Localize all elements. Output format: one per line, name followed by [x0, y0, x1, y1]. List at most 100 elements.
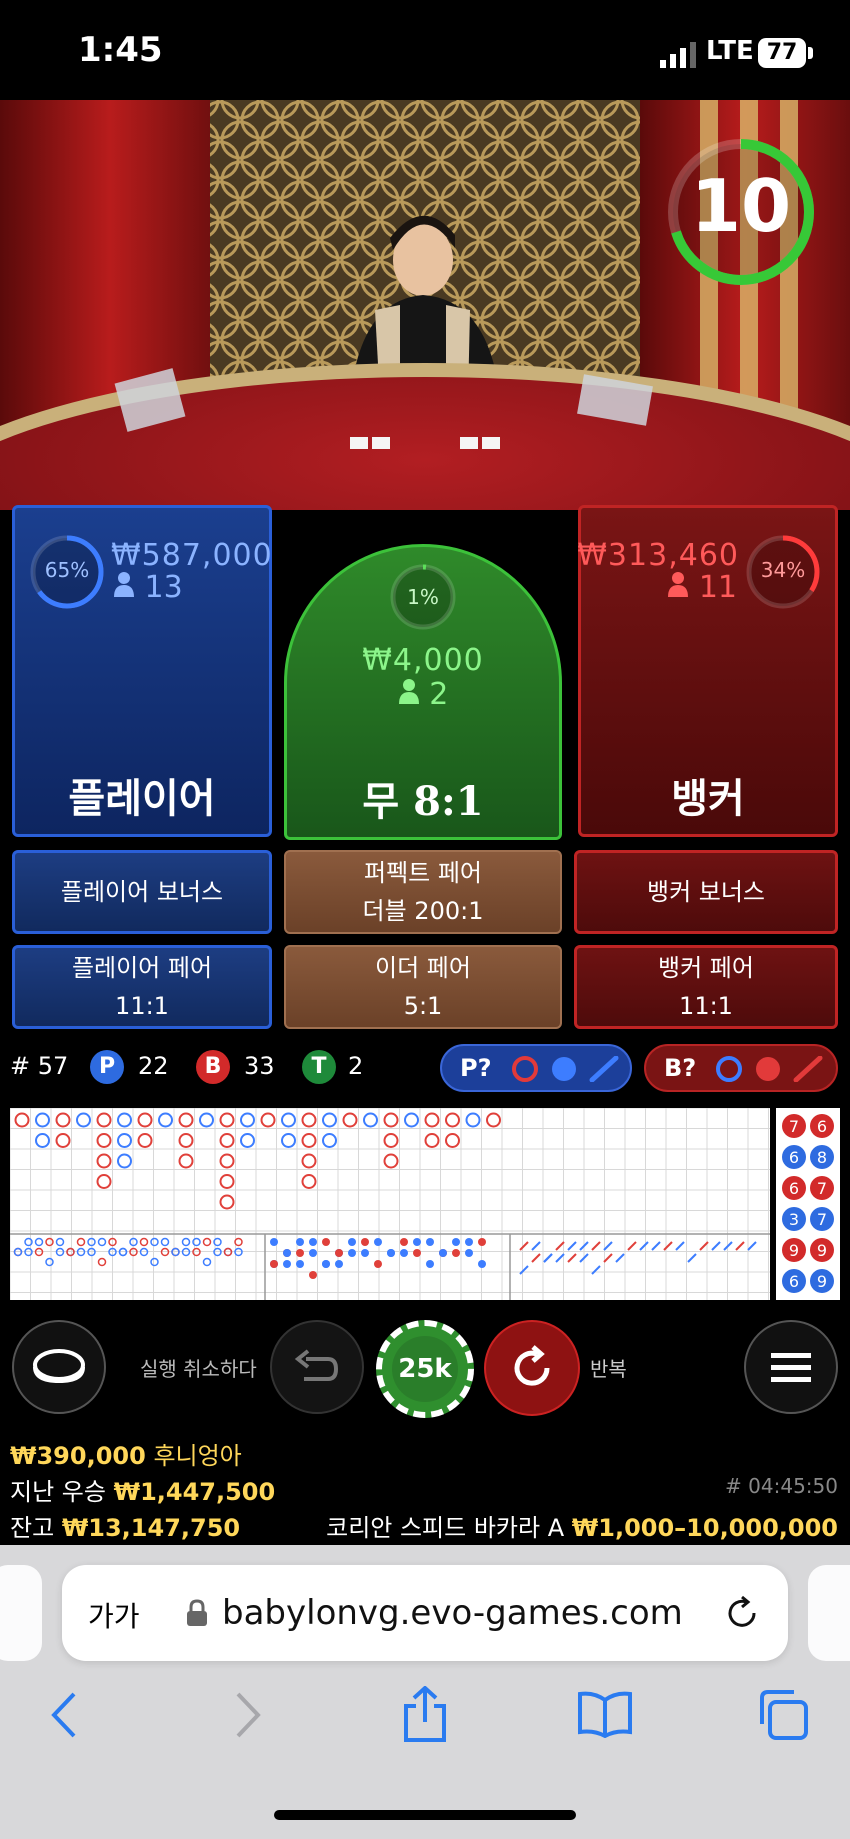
bookmarks-icon[interactable] [576, 1690, 634, 1738]
player-bonus-label: 플레이어 보너스 [60, 878, 224, 906]
bead-dot [348, 1249, 356, 1257]
banker-ring [14, 1112, 30, 1128]
menu-button[interactable] [744, 1320, 838, 1414]
back-icon[interactable] [46, 1690, 82, 1740]
share-icon[interactable] [400, 1686, 450, 1744]
signal-icon [660, 42, 696, 68]
small-road-ring [160, 1237, 170, 1247]
player-ring [281, 1133, 296, 1148]
player-ring [240, 1112, 255, 1128]
balance: 잔고 ₩13,147,750 [10, 1508, 240, 1543]
card-history: 766867379969 [776, 1108, 840, 1300]
reload-icon[interactable] [724, 1595, 760, 1631]
player-label: 플레이어 [68, 776, 216, 822]
bead-dot [452, 1249, 460, 1257]
prev-tab-peek[interactable] [0, 1565, 42, 1661]
bead-dot [374, 1260, 382, 1268]
bead-dot [270, 1260, 278, 1268]
perfect-pair-payout: 더블 200:1 [362, 897, 484, 925]
perfect-pair-button[interactable]: 퍼펙트 페어 더블 200:1 [284, 850, 562, 934]
undo-icon [294, 1349, 339, 1381]
cockroach-slash [603, 1241, 613, 1251]
cockroach-slash [687, 1253, 697, 1263]
either-pair-button[interactable]: 이더 페어 5:1 [284, 945, 562, 1029]
small-road-ring [234, 1237, 243, 1247]
text-size-button[interactable]: 가가 [88, 1595, 140, 1635]
banker-pair-button[interactable]: 뱅커 페어 11:1 [574, 945, 838, 1029]
chip-selector[interactable]: 25k [376, 1320, 474, 1418]
bead-dot [335, 1260, 343, 1268]
either-pair-label: 이더 페어 [375, 954, 471, 982]
banker-ring [96, 1174, 112, 1189]
player-ring [240, 1133, 255, 1148]
last-winner-amount: ₩390,000 [10, 1442, 146, 1470]
scoreboard-road[interactable] [9, 1107, 770, 1300]
player-predict-label: P? [460, 1054, 492, 1082]
player-pair-button[interactable]: 플레이어 페어 11:1 [12, 945, 272, 1029]
banker-ring [301, 1112, 317, 1128]
player-ring [199, 1112, 214, 1128]
either-pair-payout: 5:1 [403, 992, 443, 1020]
undo-button[interactable] [270, 1320, 364, 1414]
banker-ring [424, 1112, 440, 1128]
balance-amount: ₩13,147,750 [61, 1514, 241, 1542]
url-text[interactable]: babylonvg.evo-games.com [222, 1593, 683, 1633]
player-ring [363, 1112, 378, 1128]
bead-dot [374, 1238, 382, 1246]
banker-ring [219, 1133, 235, 1148]
small-road-ring [97, 1257, 107, 1267]
last-winner: ₩390,000 후니엉아 [10, 1436, 242, 1471]
tie-count: 2 [429, 677, 449, 712]
player-ring [117, 1112, 132, 1128]
small-road-ring [181, 1237, 191, 1247]
cockroach-slash [663, 1241, 673, 1251]
tie-count-row: 2 [287, 677, 559, 712]
next-tab-peek[interactable] [808, 1565, 850, 1661]
card-value: 9 [789, 1241, 799, 1260]
small-road-ring [139, 1237, 149, 1247]
cockroach-slash [519, 1265, 529, 1275]
person-icon [114, 572, 134, 597]
banker-ring [383, 1133, 399, 1148]
banker-ring [301, 1153, 317, 1169]
bead-dot [400, 1238, 408, 1246]
bead-dot [309, 1249, 317, 1257]
banker-ring [342, 1112, 358, 1128]
tabs-icon[interactable] [756, 1688, 810, 1742]
player-wins: 22 [138, 1052, 169, 1080]
banker-predict-button[interactable]: B? [644, 1044, 838, 1092]
bead-dot [413, 1249, 421, 1257]
player-ring [322, 1112, 337, 1128]
forward-icon[interactable] [230, 1690, 266, 1740]
live-video: 10 [0, 100, 850, 510]
banker-amount: ₩313,460 [577, 538, 739, 573]
banker-ring [96, 1112, 112, 1128]
repeat-button[interactable] [484, 1320, 580, 1416]
bead-dot [309, 1238, 317, 1246]
favorites-button[interactable] [12, 1320, 106, 1414]
tie-wins: 2 [348, 1052, 364, 1080]
cockroach-slash [675, 1241, 685, 1251]
banker-ring [445, 1133, 460, 1148]
perfect-pair-label: 퍼펙트 페어 [363, 859, 483, 887]
bead-dot [361, 1238, 369, 1246]
bead-dot [322, 1238, 330, 1246]
banker-percent: 34% [760, 558, 806, 582]
banker-ring [260, 1112, 276, 1128]
banker-ring [445, 1112, 460, 1128]
banker-bet-spot[interactable]: ₩313,460 11 34% 뱅커 [577, 505, 838, 837]
banker-label: 뱅커 [671, 776, 745, 822]
address-bar[interactable]: 가가 babylonvg.evo-games.com [62, 1565, 788, 1661]
player-predict-button[interactable]: P? [440, 1044, 632, 1092]
cockroach-slash [615, 1253, 625, 1263]
bead-dot [361, 1249, 369, 1257]
clock: 1:45 [78, 30, 163, 70]
banker-bonus-button[interactable]: 뱅커 보너스 [574, 850, 838, 934]
bead-dot [309, 1271, 317, 1279]
banker-wins: 33 [244, 1052, 275, 1080]
player-bet-spot[interactable]: 65% ₩587,000 13 플레이어 [12, 505, 272, 837]
tie-bet-spot[interactable]: 1% ₩4,000 2 무 8:1 [284, 544, 562, 840]
bead-dot [335, 1249, 343, 1257]
player-bonus-button[interactable]: 플레이어 보너스 [12, 850, 272, 934]
tie-payout: 8:1 [413, 778, 484, 825]
